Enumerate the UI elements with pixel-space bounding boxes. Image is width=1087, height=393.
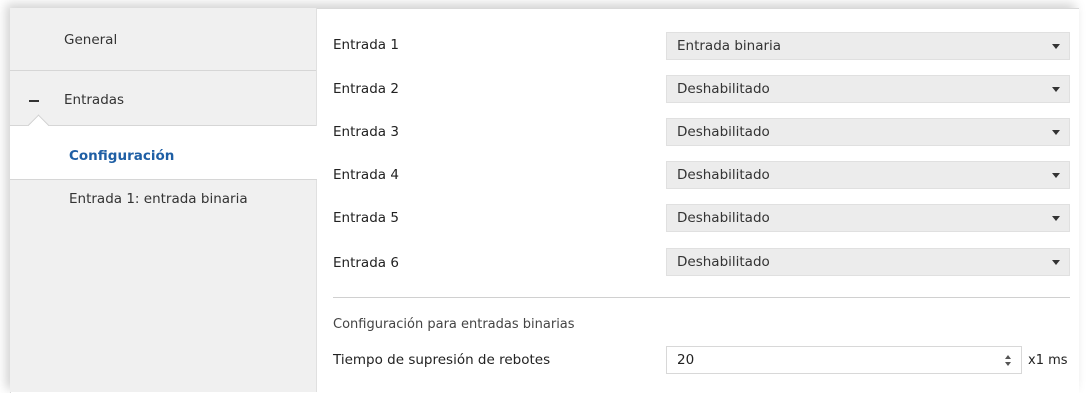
entrada-1-label: Entrada 1 bbox=[333, 37, 399, 53]
debounce-spinbox[interactable]: 20 bbox=[666, 346, 1022, 374]
select-value: Deshabilitado bbox=[677, 81, 770, 97]
unit-label: x1 ms bbox=[1028, 353, 1068, 368]
chevron-down-icon bbox=[1052, 260, 1060, 265]
debounce-label: Tiempo de supresión de rebotes bbox=[333, 352, 551, 368]
sidebar-item-label: General bbox=[64, 32, 118, 48]
entrada-4-label: Entrada 4 bbox=[333, 167, 399, 183]
sidebar-item-configuracion[interactable]: Configuración bbox=[10, 126, 317, 180]
entrada-5-label: Entrada 5 bbox=[333, 210, 399, 226]
select-value: Deshabilitado bbox=[677, 254, 770, 270]
entrada-3-select[interactable]: Deshabilitado bbox=[666, 118, 1070, 146]
section-title: Configuración para entradas binarias bbox=[333, 317, 575, 332]
entrada-5-select[interactable]: Deshabilitado bbox=[666, 204, 1070, 232]
spinbox-value: 20 bbox=[677, 352, 695, 368]
select-value: Deshabilitado bbox=[677, 124, 770, 140]
entrada-2-select[interactable]: Deshabilitado bbox=[666, 75, 1070, 103]
select-value: Deshabilitado bbox=[677, 210, 770, 226]
entrada-6-select[interactable]: Deshabilitado bbox=[666, 248, 1070, 276]
chevron-down-icon bbox=[1052, 216, 1060, 221]
spin-up-icon[interactable] bbox=[1005, 355, 1011, 359]
sidebar-item-label: Configuración bbox=[69, 148, 175, 164]
entrada-6-label: Entrada 6 bbox=[333, 255, 399, 271]
sidebar-item-entradas[interactable]: Entradas bbox=[10, 71, 316, 126]
entrada-2-label: Entrada 2 bbox=[333, 81, 399, 97]
collapse-icon[interactable] bbox=[29, 100, 39, 102]
chevron-down-icon bbox=[1052, 173, 1060, 178]
entrada-4-select[interactable]: Deshabilitado bbox=[666, 161, 1070, 189]
sidebar: General Entradas Configuración Entrada 1… bbox=[10, 8, 317, 392]
select-value: Entrada binaria bbox=[677, 38, 782, 54]
chevron-down-icon bbox=[1052, 44, 1060, 49]
sidebar-item-general[interactable]: General bbox=[10, 8, 316, 71]
chevron-down-icon bbox=[1052, 130, 1060, 135]
spin-down-icon[interactable] bbox=[1005, 362, 1011, 366]
sidebar-item-entrada1[interactable]: Entrada 1: entrada binaria bbox=[10, 180, 316, 220]
select-value: Deshabilitado bbox=[677, 167, 770, 183]
sidebar-item-label: Entrada 1: entrada binaria bbox=[69, 191, 248, 207]
section-divider bbox=[333, 297, 1070, 298]
chevron-down-icon bbox=[1052, 87, 1060, 92]
sidebar-item-label: Entradas bbox=[64, 92, 125, 108]
entrada-1-select[interactable]: Entrada binaria bbox=[666, 32, 1070, 60]
entrada-3-label: Entrada 3 bbox=[333, 124, 399, 140]
